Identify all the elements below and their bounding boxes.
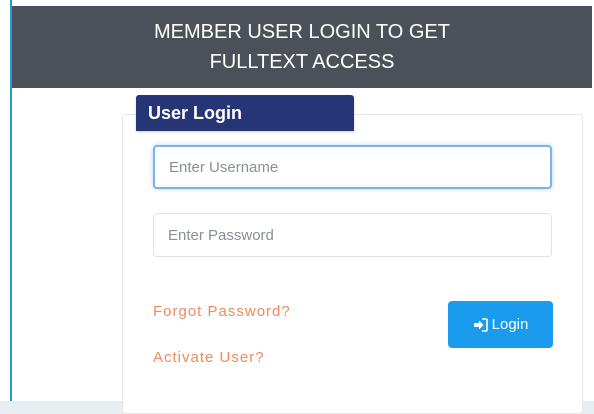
login-panel-title: User Login — [136, 95, 354, 131]
page: MEMBER USER LOGIN TO GET FULLTEXT ACCESS… — [0, 0, 594, 414]
activate-user-link[interactable]: Activate User? — [153, 349, 265, 366]
header-line-2: FULLTEXT ACCESS — [209, 51, 395, 73]
sign-in-icon — [473, 317, 488, 332]
login-button[interactable]: Login — [448, 301, 553, 348]
forgot-password-link[interactable]: Forgot Password? — [153, 303, 291, 320]
password-input[interactable] — [153, 213, 552, 257]
login-button-label: Login — [491, 316, 529, 333]
login-header-banner: MEMBER USER LOGIN TO GET FULLTEXT ACCESS — [12, 6, 592, 88]
header-line-1: MEMBER USER LOGIN TO GET — [154, 21, 450, 43]
username-input[interactable] — [153, 145, 552, 189]
